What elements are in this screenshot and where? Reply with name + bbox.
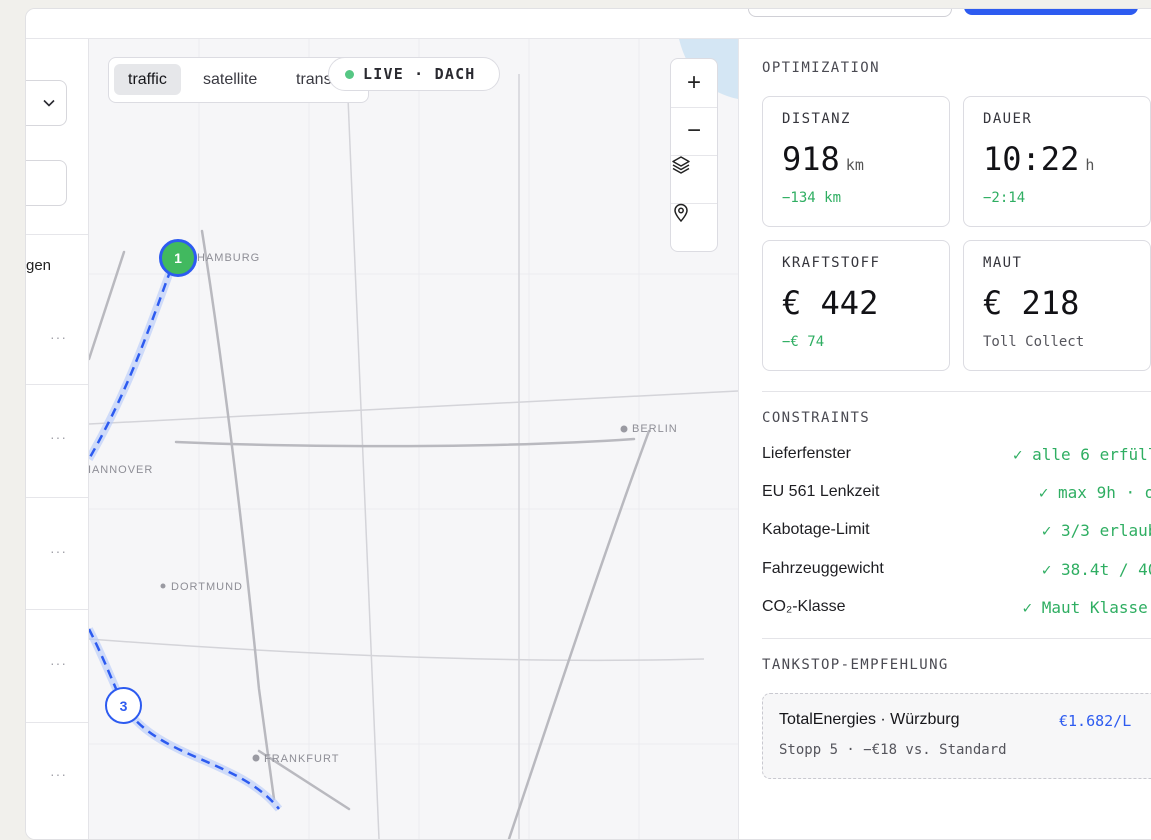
layers-icon bbox=[671, 155, 691, 175]
city-dot bbox=[621, 426, 628, 433]
constraint-status: ✓ alle 6 erfüllt bbox=[1013, 445, 1151, 464]
divider bbox=[26, 609, 88, 610]
zoom-out-button[interactable]: − bbox=[671, 107, 717, 155]
city-label: BERLIN bbox=[632, 423, 678, 435]
tankstop-card[interactable]: TotalEnergies · Würzburg €1.682/L Stopp … bbox=[762, 693, 1151, 779]
constraint-status: ✓ Maut Klasse 1 bbox=[1023, 598, 1151, 617]
locate-button[interactable] bbox=[671, 203, 717, 251]
constraint-name: EU 561 Lenkzeit bbox=[762, 483, 879, 501]
section-title-constraints: CONSTRAINTS bbox=[762, 410, 870, 426]
metric-note: Toll Collect bbox=[983, 334, 1084, 350]
metric-value: € 442 bbox=[782, 284, 878, 322]
metric-label: DISTANZ bbox=[782, 111, 851, 127]
tab-traffic[interactable]: traffic bbox=[114, 64, 181, 95]
divider bbox=[26, 497, 88, 498]
route-map[interactable]: HAMBURG HANNOVER BERLIN DORTMUND FRANKFU… bbox=[89, 39, 738, 839]
constraint-status: ✓ 38.4t / 40t bbox=[1042, 560, 1151, 579]
metric-card-fuel: KRAFTSTOFF € 442 −€ 74 bbox=[762, 240, 950, 371]
metric-label: DAUER bbox=[983, 111, 1032, 127]
stops-panel: gen ··· ··· ··· ··· ··· bbox=[26, 39, 89, 839]
city-dot bbox=[161, 584, 166, 589]
city-label: DORTMUND bbox=[171, 581, 243, 593]
city-label: FRANKFURT bbox=[264, 753, 339, 765]
divider bbox=[762, 638, 1151, 639]
metric-label: KRAFTSTOFF bbox=[782, 255, 880, 271]
constraint-row: Fahrzeuggewicht ✓ 38.4t / 40t bbox=[762, 556, 1151, 586]
metric-delta: −2:14 bbox=[983, 190, 1025, 206]
search-input[interactable] bbox=[26, 160, 67, 206]
top-bar bbox=[26, 9, 1151, 39]
city-label: HANNOVER bbox=[89, 464, 153, 476]
section-label: gen bbox=[26, 257, 51, 274]
constraint-name: CO₂-Klasse bbox=[762, 598, 846, 616]
constraint-row: Lieferfenster ✓ alle 6 erfüllt bbox=[762, 441, 1151, 471]
row-more-icon[interactable]: ··· bbox=[50, 329, 67, 345]
app-window: gen ··· ··· ··· ··· ··· bbox=[25, 8, 1151, 840]
constraint-row: EU 561 Lenkzeit ✓ max 9h · ok bbox=[762, 479, 1151, 509]
primary-button[interactable] bbox=[964, 8, 1138, 15]
live-dot-icon bbox=[345, 70, 354, 79]
map-pin-icon bbox=[671, 203, 691, 223]
constraint-name: Kabotage-Limit bbox=[762, 521, 870, 539]
divider bbox=[26, 384, 88, 385]
metric-label: MAUT bbox=[983, 255, 1022, 271]
row-more-icon[interactable]: ··· bbox=[50, 429, 67, 445]
map-canvas bbox=[89, 39, 738, 839]
section-title-tankstop: TANKSTOP-EMPFEHLUNG bbox=[762, 657, 949, 673]
city-dot bbox=[253, 755, 260, 762]
row-more-icon[interactable]: ··· bbox=[50, 655, 67, 671]
constraint-status: ✓ max 9h · ok bbox=[1039, 483, 1151, 502]
city-label: HAMBURG bbox=[197, 252, 260, 264]
live-status-badge: LIVE · DACH bbox=[328, 57, 500, 91]
metric-value: € 218 bbox=[983, 284, 1079, 322]
optimization-panel: OPTIMIZATION DISTANZ 918km −134 km DAUER… bbox=[738, 39, 1151, 839]
tankstop-price: €1.682/L bbox=[1059, 712, 1131, 730]
metric-delta: −134 km bbox=[782, 190, 841, 206]
tankstop-note: Stopp 5 · −€18 vs. Standard bbox=[779, 742, 1007, 758]
constraint-name: Lieferfenster bbox=[762, 445, 851, 463]
section-title-optimization: OPTIMIZATION bbox=[762, 60, 880, 76]
metric-delta: −€ 74 bbox=[782, 334, 824, 350]
vehicle-select[interactable] bbox=[26, 80, 67, 126]
chevron-down-icon bbox=[42, 96, 56, 110]
secondary-button[interactable] bbox=[748, 8, 952, 17]
metric-card-distance: DISTANZ 918km −134 km bbox=[762, 96, 950, 227]
metric-card-duration: DAUER 10:22h −2:14 bbox=[963, 96, 1151, 227]
metric-value: 10:22h bbox=[983, 140, 1094, 178]
zoom-in-button[interactable]: + bbox=[671, 59, 717, 107]
stop-marker-completed[interactable]: 1 bbox=[159, 239, 197, 277]
map-grid bbox=[89, 39, 738, 839]
constraint-name: Fahrzeuggewicht bbox=[762, 560, 884, 578]
live-status-text: LIVE · DACH bbox=[363, 65, 476, 83]
map-controls: + − bbox=[670, 58, 718, 252]
layers-button[interactable] bbox=[671, 155, 717, 203]
divider bbox=[26, 722, 88, 723]
row-more-icon[interactable]: ··· bbox=[50, 766, 67, 782]
metric-value: 918km bbox=[782, 140, 864, 178]
constraint-status: ✓ 3/3 erlaubt bbox=[1042, 521, 1151, 540]
divider bbox=[762, 391, 1151, 392]
tankstop-name: TotalEnergies · Würzburg bbox=[779, 711, 960, 729]
constraint-row: Kabotage-Limit ✓ 3/3 erlaubt bbox=[762, 517, 1151, 547]
metric-card-toll: MAUT € 218 Toll Collect bbox=[963, 240, 1151, 371]
row-more-icon[interactable]: ··· bbox=[50, 543, 67, 559]
tab-satellite[interactable]: satellite bbox=[189, 64, 271, 95]
stop-marker[interactable]: 3 bbox=[105, 687, 142, 724]
divider bbox=[26, 234, 88, 235]
constraint-row: CO₂-Klasse ✓ Maut Klasse 1 bbox=[762, 594, 1151, 624]
